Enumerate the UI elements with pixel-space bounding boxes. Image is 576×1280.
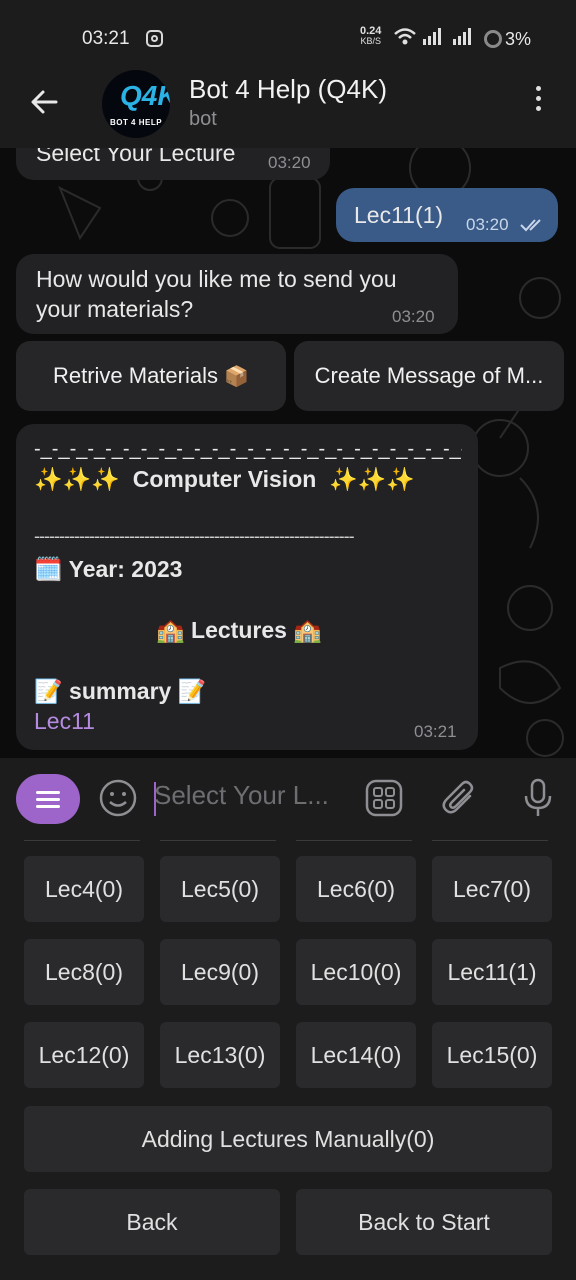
mic-icon[interactable] xyxy=(518,778,558,818)
attach-icon[interactable] xyxy=(440,778,480,818)
chat-header: Q4K BOT 4 HELP Bot 4 Help (Q4K) bot xyxy=(0,66,576,148)
message-bubble[interactable]: Select Your Lecture 03:20 xyxy=(16,148,330,180)
back-to-start-button[interactable]: Back to Start xyxy=(296,1189,552,1255)
lecture-button[interactable]: Lec15(0) xyxy=(432,1022,552,1088)
lecture-button[interactable]: Lec7(0) xyxy=(432,856,552,922)
add-lectures-manually-button[interactable]: Adding Lectures Manually(0) xyxy=(24,1106,552,1172)
lecture-button[interactable]: Lec6(0) xyxy=(296,856,416,922)
avatar-caption: BOT 4 HELP xyxy=(109,118,163,127)
avatar-logo: Q4K xyxy=(120,80,170,111)
lecture-button[interactable]: Lec13(0) xyxy=(160,1022,280,1088)
lecture-button[interactable]: Lec9(0) xyxy=(160,939,280,1005)
chat-area[interactable]: Select Your Lecture 03:20 Lec11(1) 03:20… xyxy=(0,148,576,758)
double-check-icon xyxy=(520,219,541,232)
input-bar: Select Your L... xyxy=(0,758,576,840)
info-card-bubble[interactable]: -_-_-_-_-_-_-_-_-_-_-_-_-_-_-_-_-_-_-_-_… xyxy=(16,424,478,750)
menu-icon[interactable] xyxy=(16,774,80,824)
message-text: Lec11(1) xyxy=(354,202,444,228)
year-line: 🗓️ Year: 2023 xyxy=(34,556,182,583)
keyboard-divider xyxy=(24,840,140,841)
memo-icon: 📝 xyxy=(177,678,207,704)
lecture-button[interactable]: Lec12(0) xyxy=(24,1022,144,1088)
keyboard-divider xyxy=(432,840,548,841)
message-time: 03:20 xyxy=(392,307,435,326)
subject-line: ✨✨✨ Computer Vision ✨✨✨ xyxy=(34,466,415,493)
school-icon: 🏫 xyxy=(156,617,185,643)
lecture-button[interactable]: Lec14(0) xyxy=(296,1022,416,1088)
wifi-icon xyxy=(394,28,471,45)
keyboard-divider xyxy=(160,840,276,841)
avatar[interactable]: Q4K BOT 4 HELP xyxy=(102,70,170,138)
bot-keyboard: Lec4(0) Lec5(0) Lec6(0) Lec7(0) Lec8(0) … xyxy=(0,840,576,1280)
sticker-icon[interactable] xyxy=(364,778,404,818)
message-input[interactable]: Select Your L... xyxy=(154,780,344,818)
retrieve-materials-label: Retrive Materials xyxy=(52,363,218,388)
info-top-line: -_-_-_-_-_-_-_-_-_-_-_-_-_-_-_-_-_-_-_-_… xyxy=(34,438,462,460)
sparkles-icon: ✨✨✨ xyxy=(329,466,416,492)
memo-icon: 📝 xyxy=(34,678,63,704)
message-bubble-outgoing[interactable]: Lec11(1) 03:20 xyxy=(336,188,558,242)
chat-title[interactable]: Bot 4 Help (Q4K) xyxy=(189,74,387,105)
lecture-link[interactable]: Lec11 xyxy=(34,708,95,735)
connectivity-icons xyxy=(393,26,479,53)
lectures-text: Lectures xyxy=(191,617,287,643)
summary-text: summary xyxy=(69,678,172,704)
lectures-line: 🏫 Lectures 🏫 xyxy=(156,617,322,644)
back-button[interactable]: Back xyxy=(24,1189,280,1255)
signal-icon xyxy=(423,28,471,45)
message-text: How would you like me to send you your m… xyxy=(36,266,397,322)
calendar-icon: 🗓️ xyxy=(34,556,63,582)
status-bar: 03:21 0.24 KB/S 3% xyxy=(0,0,576,66)
message-time: 03:20 xyxy=(466,215,509,234)
keyboard-divider xyxy=(296,840,412,841)
subject-title: Computer Vision xyxy=(132,466,317,492)
package-icon: 📦 xyxy=(224,365,250,388)
network-speed: 0.24 KB/S xyxy=(360,26,381,47)
school-icon: 🏫 xyxy=(293,617,322,643)
lecture-button[interactable]: Lec11(1) xyxy=(432,939,552,1005)
status-time: 03:21 xyxy=(82,28,130,49)
instagram-icon xyxy=(146,30,163,47)
chat-subtitle: bot xyxy=(189,108,217,130)
more-vert-icon[interactable] xyxy=(528,86,548,116)
create-message-button[interactable]: Create Message of M... xyxy=(294,341,564,411)
network-speed-unit: KB/S xyxy=(360,36,381,46)
lecture-button[interactable]: Lec5(0) xyxy=(160,856,280,922)
lecture-button[interactable]: Lec4(0) xyxy=(24,856,144,922)
message-text: Select Your Lecture xyxy=(36,148,236,166)
retrieve-materials-button[interactable]: Retrive Materials 📦 xyxy=(16,341,286,411)
text-cursor xyxy=(154,782,156,816)
battery-icon xyxy=(484,30,502,48)
year-text: Year: 2023 xyxy=(68,556,183,582)
emoji-icon[interactable] xyxy=(98,778,138,818)
lecture-button[interactable]: Lec10(0) xyxy=(296,939,416,1005)
message-time: 03:20 xyxy=(268,153,311,172)
info-divider: ----------------------------------------… xyxy=(34,526,355,546)
summary-line: 📝 summary 📝 xyxy=(34,678,206,705)
create-message-label: Create Message of M... xyxy=(314,363,544,388)
message-bubble[interactable]: How would you like me to send you your m… xyxy=(16,254,458,334)
lecture-button[interactable]: Lec8(0) xyxy=(24,939,144,1005)
message-time: 03:21 xyxy=(414,722,457,741)
battery-level: 3% xyxy=(505,29,532,49)
sparkles-icon: ✨✨✨ xyxy=(34,466,120,492)
back-arrow-icon[interactable] xyxy=(26,84,62,120)
